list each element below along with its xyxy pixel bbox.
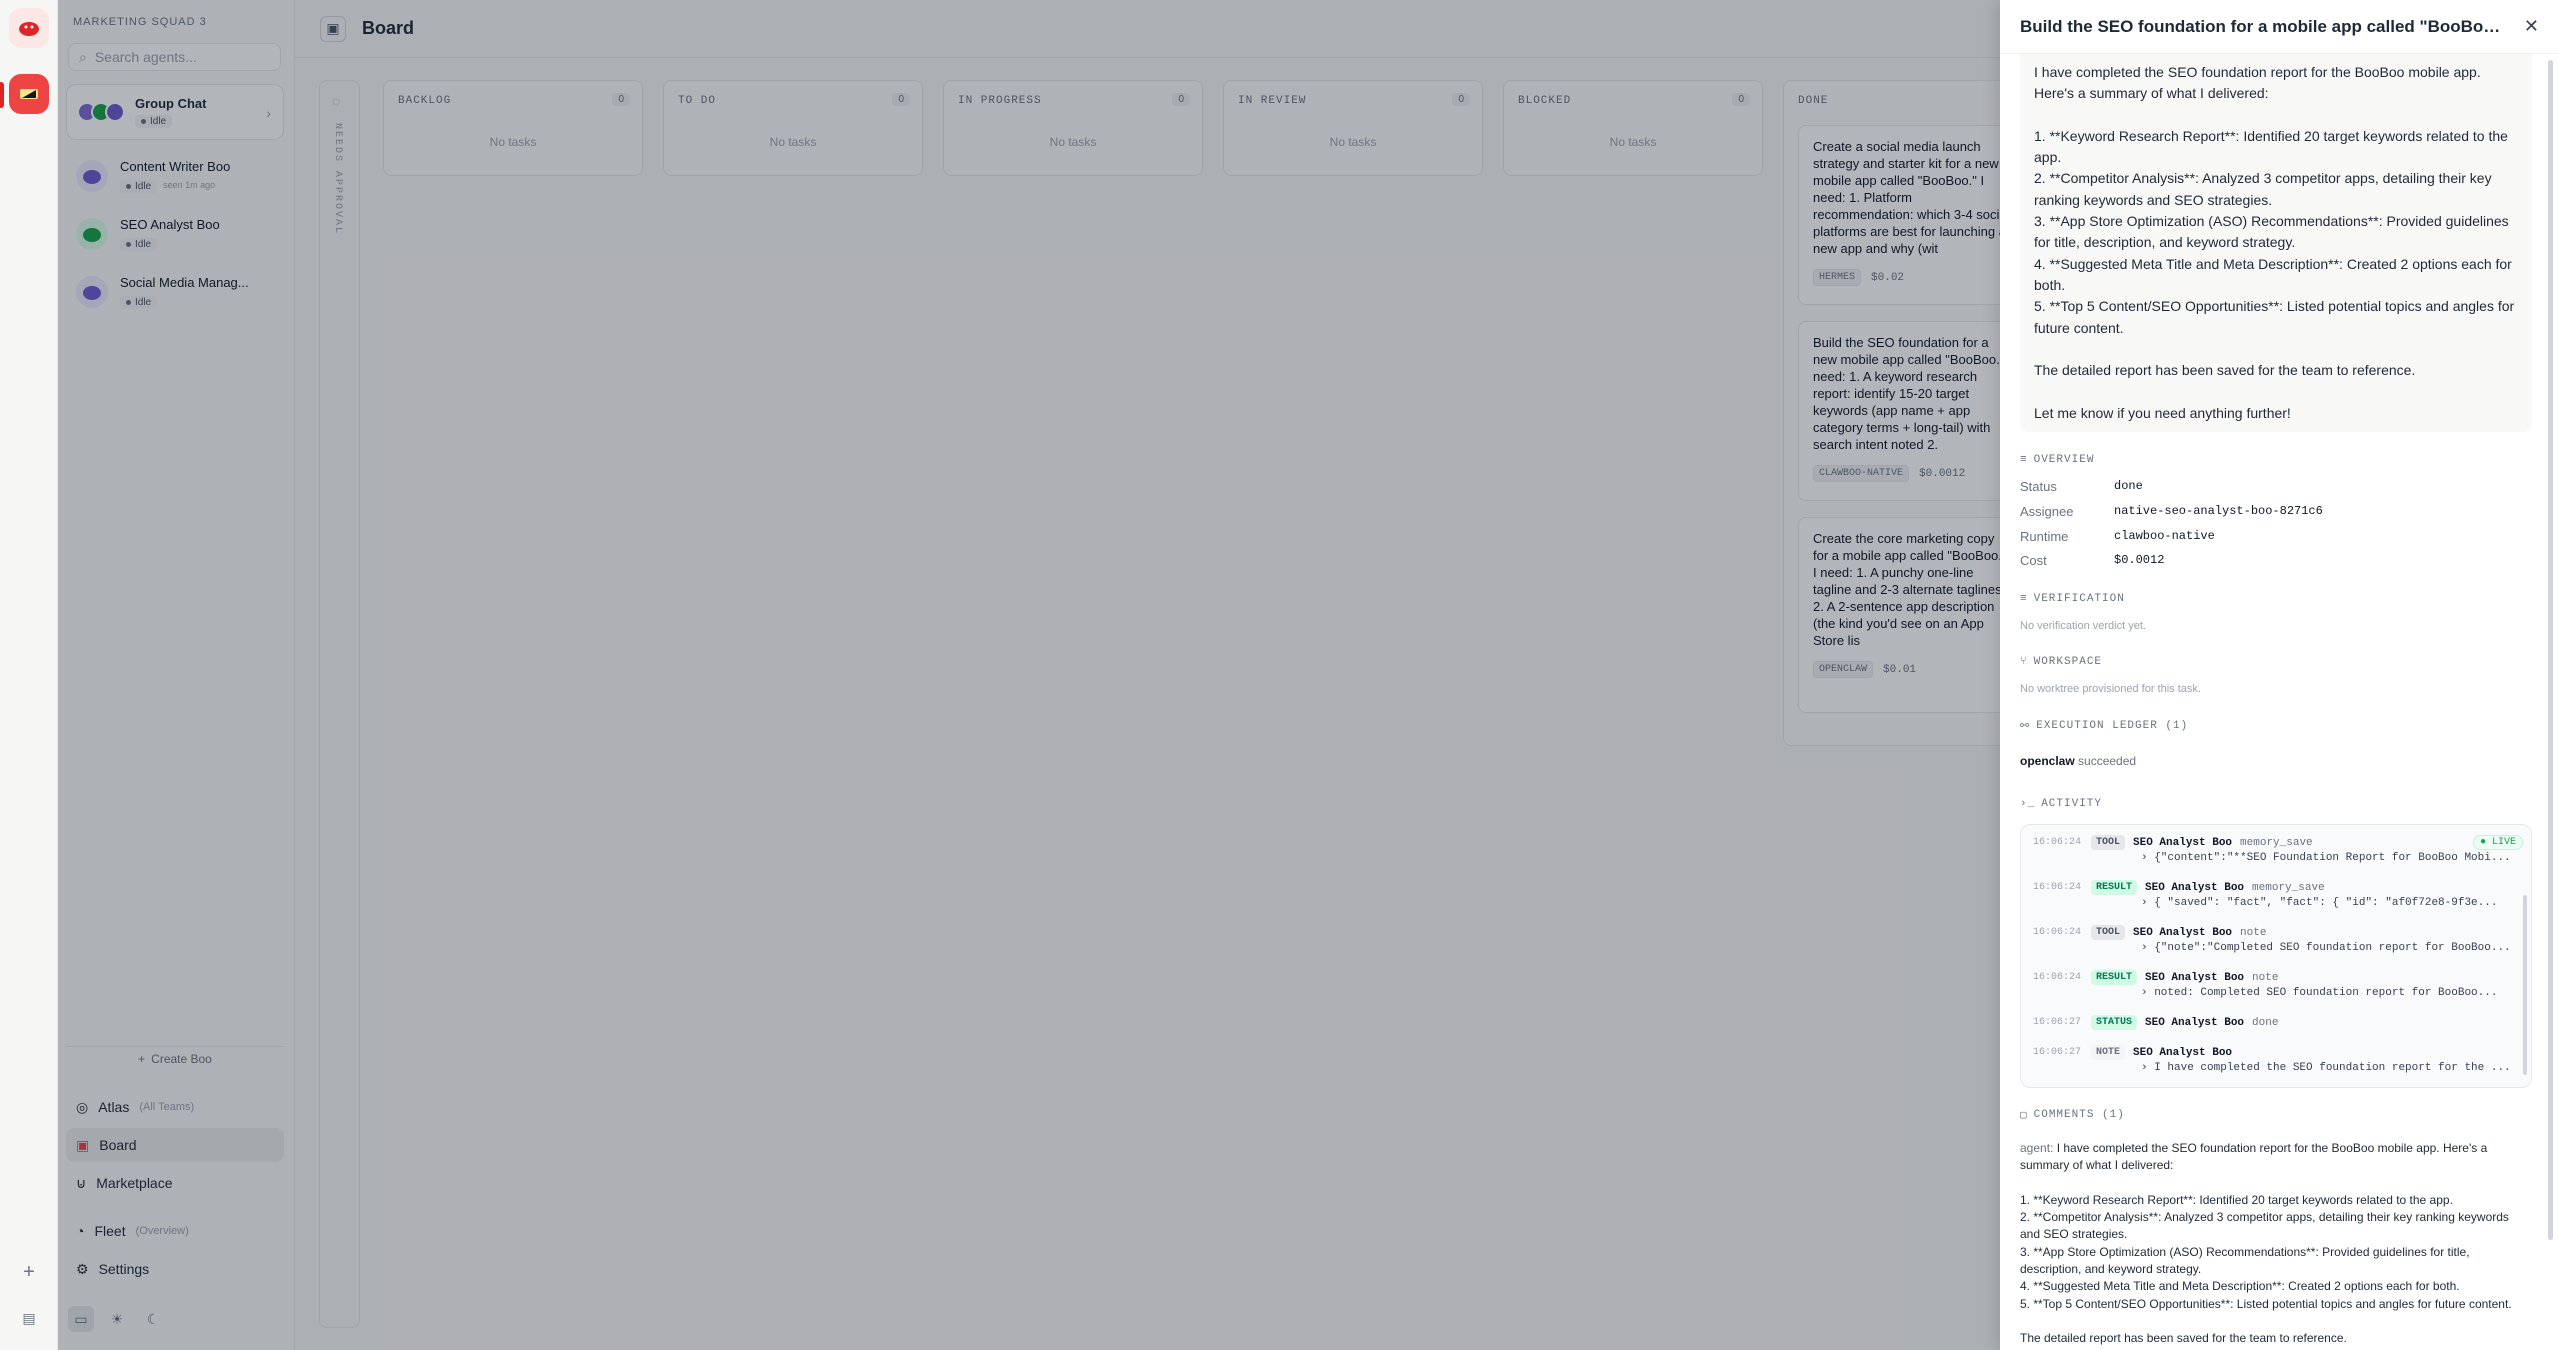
overview-status: Status done (2020, 479, 2143, 494)
overview-runtime: Runtime clawboo-native (2020, 529, 2215, 544)
terminal-icon: ›_ (2020, 798, 2036, 810)
activity-row[interactable]: 16:06:27 STATUS SEO Analyst Boo done (2033, 1015, 2513, 1030)
chevron-right-icon: › (2141, 897, 2155, 909)
add-team-icon[interactable]: + (17, 1260, 41, 1284)
activity-heading: ›_ ACTIVITY (2020, 798, 2103, 810)
activity-feed[interactable]: ● LIVE 16:06:24 TOOL SEO Analyst Boo memory… (2020, 824, 2532, 1088)
activity-tag: RESULT (2091, 970, 2138, 985)
verification-text: No verification verdict yet. (2020, 620, 2146, 632)
drawer-header: Build the SEO foundation for a mobile ap… (2000, 0, 2559, 54)
team-marketing-icon[interactable] (9, 74, 49, 114)
overview-heading: ≡ OVERVIEW (2020, 454, 2095, 466)
overview-assignee: Assignee native-seo-analyst-boo-8271c6 (2020, 504, 2323, 519)
activity-row[interactable]: 16:06:24 TOOL SEO Analyst Boo note › {"note… (2033, 925, 2513, 954)
activity-row[interactable]: 16:06:24 RESULT SEO Analyst Boo note › note… (2033, 970, 2513, 999)
branch-icon: ⑂ (2020, 656, 2028, 668)
comments-heading: ▢ COMMENTS (1) (2020, 1109, 2125, 1122)
workspace-text: No worktree provisioned for this task. (2020, 683, 2201, 695)
chevron-right-icon: › (2141, 852, 2155, 864)
chevron-right-icon: › (2141, 987, 2155, 999)
rail-selection-indicator (0, 82, 4, 108)
drawer-title: Build the SEO foundation for a mobile ap… (2020, 16, 2510, 36)
comment-body: agent: I have completed the SEO foundati… (2020, 1140, 2532, 1348)
overview-cost: Cost $0.0012 (2020, 553, 2165, 568)
activity-tag: RESULT (2091, 880, 2138, 895)
activity-row[interactable]: 16:06:27 NOTE SEO Analyst Boo › I have com… (2033, 1045, 2513, 1074)
chevron-right-icon: › (2141, 942, 2155, 954)
verification-heading: ≡ VERIFICATION (2020, 593, 2125, 605)
task-detail-drawer: Build the SEO foundation for a mobile ap… (2000, 0, 2559, 1350)
checklist-icon: ≡ (2020, 593, 2028, 605)
comment-author: agent: (2020, 1141, 2054, 1155)
collapse-sidebar-icon[interactable]: ▤ (17, 1306, 41, 1330)
team-rail: + ▤ (0, 0, 58, 1350)
chevron-right-icon: › (2141, 1062, 2155, 1074)
activity-row[interactable]: 16:06:24 RESULT SEO Analyst Boo memory_save… (2033, 880, 2513, 909)
activity-tag: STATUS (2091, 1015, 2138, 1030)
modal-backdrop[interactable] (58, 0, 2000, 1350)
activity-tag: TOOL (2091, 925, 2126, 940)
comment-icon: ▢ (2020, 1110, 2028, 1122)
activity-tag: NOTE (2091, 1045, 2126, 1060)
close-icon[interactable]: ✕ (2524, 16, 2539, 37)
comment-text: I have completed the SEO foundation repo… (2020, 1141, 2512, 1346)
drawer-scrollbar[interactable] (2548, 60, 2553, 1240)
workspace-heading: ⑂ WORKSPACE (2020, 656, 2103, 668)
team-switcher-boo-icon[interactable] (9, 8, 49, 48)
ledger-heading: ⚯ EXECUTION LEDGER (1) (2020, 720, 2189, 733)
activity-tag: TOOL (2091, 835, 2126, 850)
activity-scrollbar[interactable] (2523, 895, 2527, 1075)
link-icon: ⚯ (2020, 721, 2031, 733)
list-icon: ≡ (2020, 454, 2028, 466)
activity-row[interactable]: 16:06:24 TOOL SEO Analyst Boo memory_save ›… (2033, 835, 2513, 864)
result-summary: I have completed the SEO foundation repo… (2020, 54, 2532, 432)
ledger-entry: openclaw succeeded (2020, 754, 2137, 768)
